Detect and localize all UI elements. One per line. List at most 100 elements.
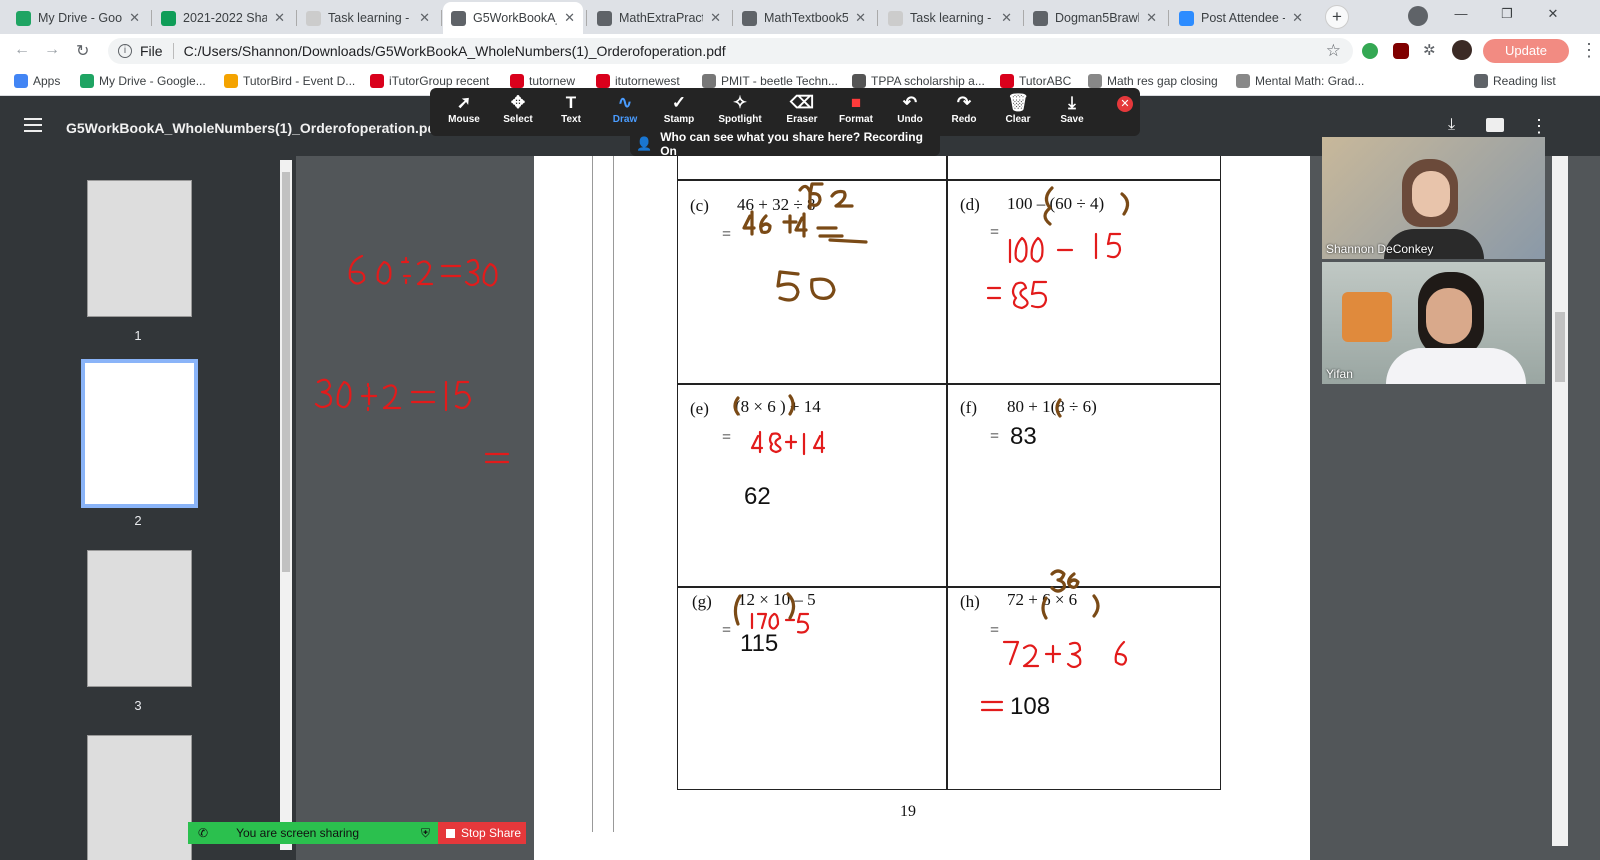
download-icon[interactable]: ⤓ (1448, 116, 1455, 134)
bookmark-item[interactable]: tutornew (510, 74, 575, 88)
annotate-mouse-button[interactable]: ➚ Mouse (439, 92, 489, 125)
tab-5[interactable]: MathExtraPract ✕ (589, 2, 729, 34)
page-thumbnail-1[interactable] (87, 180, 192, 317)
recording-notice[interactable]: 👤 Who can see what you share here? Recor… (630, 130, 940, 158)
annotate-text-button[interactable]: T Text (546, 92, 596, 125)
draw-icon: ∿ (617, 93, 633, 112)
tab-6[interactable]: MathTextbook5 ✕ (734, 2, 874, 34)
equals-sign: = (722, 429, 732, 446)
bookmark-label: TutorBird - Event D... (243, 74, 356, 88)
bookmark-item[interactable]: My Drive - Google... (80, 74, 206, 88)
bookmark-item[interactable]: Mental Math: Grad... (1236, 74, 1364, 88)
bookmark-label: Math res gap closing (1107, 74, 1218, 88)
annotate-stamp-button[interactable]: ✓ Stamp (654, 92, 704, 125)
window-close-icon[interactable]: ✕ (1530, 0, 1576, 30)
new-tab-button[interactable]: + (1325, 5, 1349, 29)
tab-close-icon[interactable]: ✕ (710, 10, 721, 26)
back-icon[interactable]: ← (14, 41, 30, 59)
tool-label: Format (839, 114, 873, 125)
tab-2[interactable]: 2021-2022 Sha ✕ (153, 2, 293, 34)
tab-separator (1168, 10, 1169, 26)
menu-icon[interactable] (24, 118, 42, 132)
tab-close-icon[interactable]: ✕ (1146, 10, 1157, 26)
participant-face (1426, 288, 1472, 344)
avatar[interactable] (1452, 40, 1472, 60)
tab-close-icon[interactable]: ✕ (129, 10, 140, 26)
annotate-format-button[interactable]: ■ Format (831, 92, 881, 125)
annotate-select-button[interactable]: ✥ Select (493, 92, 543, 125)
bookmark-item[interactable]: iTutorGroup recent (370, 74, 489, 88)
bookmark-star-icon[interactable]: ☆ (1326, 41, 1341, 61)
bookmark-item[interactable]: Math res gap closing (1088, 74, 1218, 88)
tab-close-icon[interactable]: ✕ (564, 10, 575, 26)
tab-1[interactable]: My Drive - Goo ✕ (8, 2, 148, 34)
address-bar[interactable]: i File C:/Users/Shannon/Downloads/G5Work… (108, 38, 1353, 64)
tab-label: Dogman5Brawl (1055, 11, 1140, 25)
bookmark-item[interactable]: TPPA scholarship a... (852, 74, 985, 88)
bookmark-item[interactable]: Reading list (1474, 74, 1556, 88)
thumbnail-sidebar: 1 2 3 (0, 156, 296, 860)
annotate-redo-button[interactable]: ↷ Redo (939, 92, 989, 125)
tab-3[interactable]: Task learning - ✕ (298, 2, 438, 34)
profile-menu-icon[interactable] (1395, 1, 1441, 31)
restore-icon[interactable]: ❐ (1484, 0, 1530, 30)
annotate-save-button[interactable]: ⤓ Save (1047, 92, 1097, 125)
sidebar-scroll-thumb[interactable] (282, 172, 290, 572)
annotate-eraser-button[interactable]: ⌫ Eraser (777, 92, 827, 125)
print-icon[interactable] (1486, 118, 1504, 132)
browser-menu-icon[interactable]: ⋮ (1580, 40, 1598, 61)
bookmark-item[interactable]: Apps (14, 74, 60, 88)
minimize-icon[interactable]: — (1438, 0, 1484, 30)
info-icon[interactable]: i (118, 44, 132, 58)
tab-close-icon[interactable]: ✕ (1001, 10, 1012, 26)
bookmark-item[interactable]: TutorBird - Event D... (224, 74, 355, 88)
answer-text: 62 (744, 483, 771, 510)
tool-label: Clear (1005, 114, 1031, 125)
participant-video-1[interactable]: Shannon DeConkey (1322, 137, 1545, 259)
redo-icon: ↷ (956, 93, 972, 112)
tab-close-icon[interactable]: ✕ (855, 10, 866, 26)
tool-label: Spotlight (718, 114, 762, 125)
stop-share-button[interactable]: Stop Share (438, 822, 526, 844)
bookmark-item[interactable]: PMIT - beetle Techn... (702, 74, 838, 88)
more-options-icon[interactable]: ⋮ (1530, 116, 1548, 137)
tab-separator (732, 10, 733, 26)
close-annotation-icon[interactable]: ✕ (1117, 96, 1133, 112)
grid-divider (946, 156, 948, 790)
ublock-icon[interactable] (1393, 43, 1409, 59)
annotate-clear-button[interactable]: 🗑 Clear (993, 92, 1043, 125)
extension-green-icon[interactable] (1362, 43, 1378, 59)
update-button[interactable]: Update (1483, 39, 1569, 63)
annotate-undo-button[interactable]: ↶ Undo (885, 92, 935, 125)
tab-close-icon[interactable]: ✕ (419, 10, 430, 26)
reload-icon[interactable]: ↻ (76, 41, 89, 61)
bookmark-item[interactable]: itutornewest (596, 74, 680, 88)
tool-label: Draw (612, 114, 638, 125)
page-thumbnail-4[interactable] (87, 735, 192, 860)
annotate-draw-button[interactable]: ∿ Draw (600, 92, 650, 125)
tab-4[interactable]: G5WorkBookA_ ✕ (443, 2, 583, 34)
participant-video-2[interactable]: Yifan (1322, 262, 1545, 384)
page-thumbnail-2[interactable] (81, 359, 198, 508)
tab-close-icon[interactable]: ✕ (274, 10, 285, 26)
grid-divider (677, 383, 1221, 385)
forward-icon[interactable]: → (44, 41, 60, 59)
tab-close-icon[interactable]: ✕ (1292, 10, 1303, 26)
tab-8[interactable]: Dogman5Brawl ✕ (1025, 2, 1165, 34)
tab-separator (877, 10, 878, 26)
extensions-puzzle-icon[interactable]: ✲ (1423, 41, 1436, 59)
problem-expression: 12 × 10 – 5 (738, 590, 816, 609)
address-divider (172, 43, 174, 59)
tab-label: Post Attendee - (1201, 11, 1286, 25)
recording-notice-text: Who can see what you share here? Recordi… (660, 130, 923, 158)
page-scroll-thumb[interactable] (1555, 312, 1565, 382)
annotate-spotlight-button[interactable]: ✧ Spotlight (715, 92, 765, 125)
url-text[interactable]: C:/Users/Shannon/Downloads/G5WorkBookA_W… (184, 43, 726, 59)
page-scrollbar[interactable] (1552, 156, 1568, 846)
tab-9[interactable]: Post Attendee - ✕ (1171, 2, 1311, 34)
page-thumbnail-3[interactable] (87, 550, 192, 687)
bookmark-item[interactable]: TutorABC (1000, 74, 1071, 88)
equals-sign: = (990, 224, 1000, 241)
tab-7[interactable]: Task learning - ✕ (880, 2, 1020, 34)
tab-favicon-icon (161, 10, 176, 26)
